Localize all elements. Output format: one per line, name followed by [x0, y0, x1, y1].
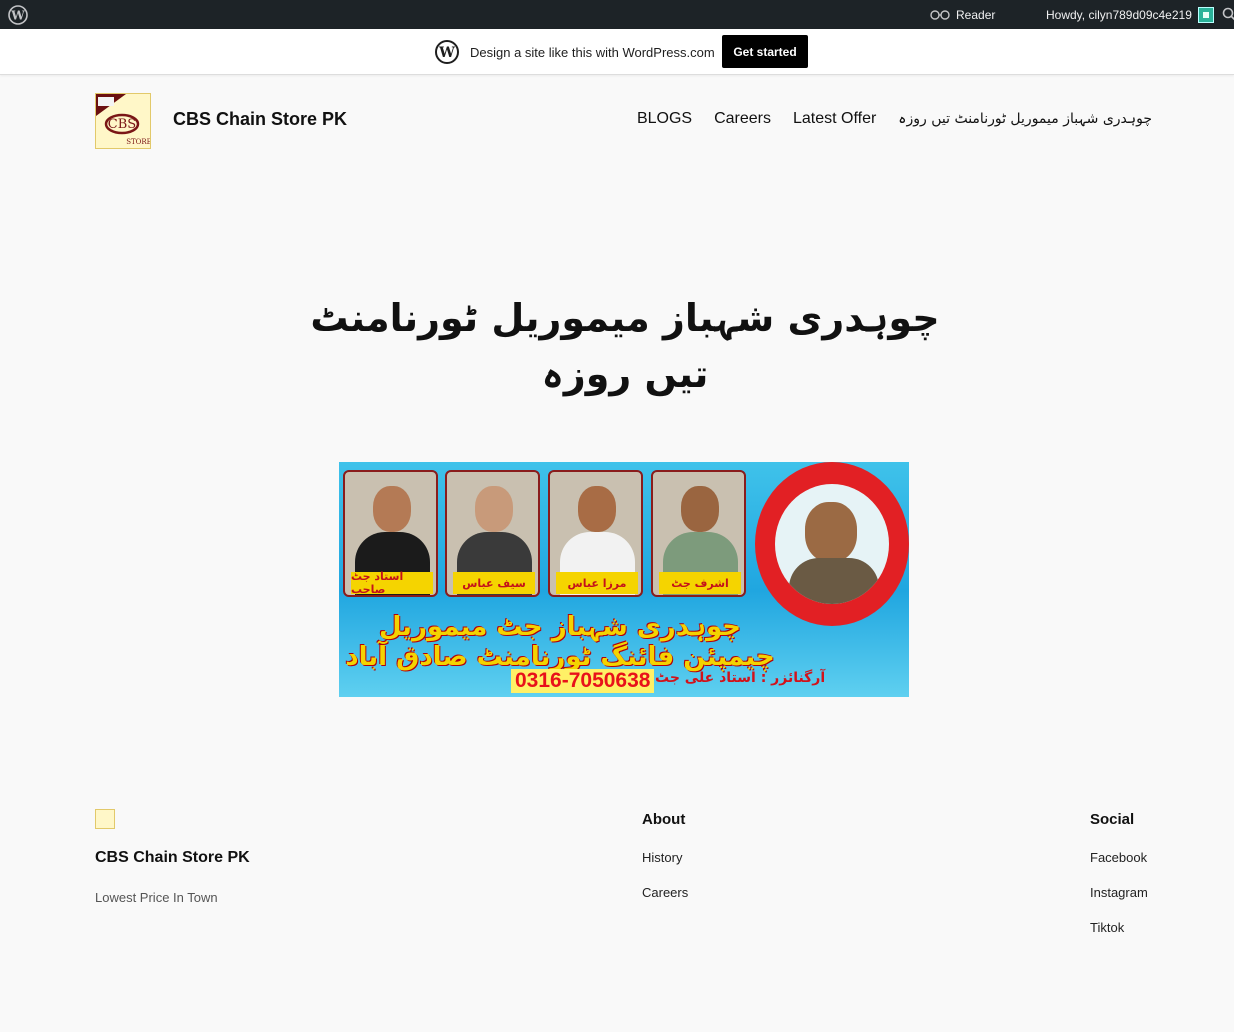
wordpress-logo-icon: W: [435, 40, 459, 64]
footer-link-history[interactable]: History: [642, 850, 682, 865]
primary-navigation: BLOGS Careers Latest Offer چوہدری شہباز …: [615, 110, 1152, 128]
site-logo[interactable]: CBS STORE: [95, 93, 151, 149]
nav-item-blogs[interactable]: BLOGS: [637, 110, 692, 128]
wordpress-logo-icon[interactable]: W: [8, 5, 28, 25]
reader-link[interactable]: Reader: [930, 0, 995, 29]
user-avatar: [1197, 6, 1214, 23]
admin-bar: W Reader Howdy, cilyn789d09c4e219: [0, 0, 1234, 29]
reader-glasses-icon: [930, 9, 950, 20]
portrait-caption: اشرف جٹ: [659, 572, 741, 594]
footer-social-heading: Social: [1090, 811, 1135, 828]
banner-organizer: آرگنائزر : استاد علی جٹ: [655, 670, 826, 686]
account-menu[interactable]: Howdy, cilyn789d09c4e219: [1046, 0, 1214, 29]
portrait-photo: اشرف جٹ: [651, 470, 746, 597]
footer-link-careers[interactable]: Careers: [642, 885, 688, 900]
post-title-line-1: چوہدری شہباز میموریل ٹورنامنٹ: [310, 296, 940, 340]
portrait-caption: استاد جٹ صاحب: [351, 570, 433, 595]
footer-link-tiktok[interactable]: Tiktok: [1090, 920, 1124, 935]
tournament-banner-image: استاد جٹ صاحب سیف عباس مرزا عباس اشرف جٹ…: [339, 462, 909, 697]
portrait-photo: استاد جٹ صاحب: [343, 470, 438, 597]
portrait-caption: مرزا عباس: [556, 572, 638, 594]
portrait-caption: سیف عباس: [453, 572, 535, 594]
svg-text:W: W: [10, 9, 25, 23]
footer-site-title[interactable]: CBS Chain Store PK: [95, 849, 250, 867]
nav-item-latest-offer[interactable]: Latest Offer: [793, 110, 876, 128]
svg-text:W: W: [438, 45, 455, 61]
svg-text:CBS: CBS: [108, 117, 136, 132]
reader-label: Reader: [956, 7, 996, 22]
footer-link-facebook[interactable]: Facebook: [1090, 850, 1147, 865]
footer-about-heading: About: [642, 811, 686, 828]
search-icon[interactable]: [1222, 7, 1234, 21]
banner-phone: 0316-7050638: [511, 669, 655, 693]
svg-text:STORE: STORE: [126, 138, 151, 146]
portrait-photo: مرزا عباس: [548, 470, 643, 597]
footer-link-instagram[interactable]: Instagram: [1090, 885, 1148, 900]
post-title: چوہدری شہباز میموریل ٹورنامنٹ تیں روزہ: [300, 290, 950, 402]
portrait-photo: سیف عباس: [445, 470, 540, 597]
post-title-line-2: تیں روزہ: [541, 352, 709, 396]
footer-logo[interactable]: [95, 809, 115, 829]
promo-text: Design a site like this with WordPress.c…: [470, 45, 715, 60]
howdy-text: Howdy, cilyn789d09c4e219: [1046, 7, 1192, 22]
get-started-button[interactable]: Get started: [722, 35, 808, 68]
cbs-logo-icon: CBS STORE: [96, 94, 151, 146]
memorial-portrait-ring: [755, 462, 909, 626]
wordpress-promo-bar: W Design a site like this with WordPress…: [0, 29, 1234, 75]
nav-item-tournament[interactable]: چوہدری شہباز میموریل ٹورنامنٹ تیں روزہ: [898, 111, 1152, 127]
nav-item-careers[interactable]: Careers: [714, 110, 771, 128]
banner-headline: چوہدری شہباز جٹ میموریل چیمپئن فائنگ ٹور…: [345, 612, 775, 672]
footer-tagline: Lowest Price In Town: [95, 890, 218, 905]
site-title[interactable]: CBS Chain Store PK: [173, 109, 347, 130]
